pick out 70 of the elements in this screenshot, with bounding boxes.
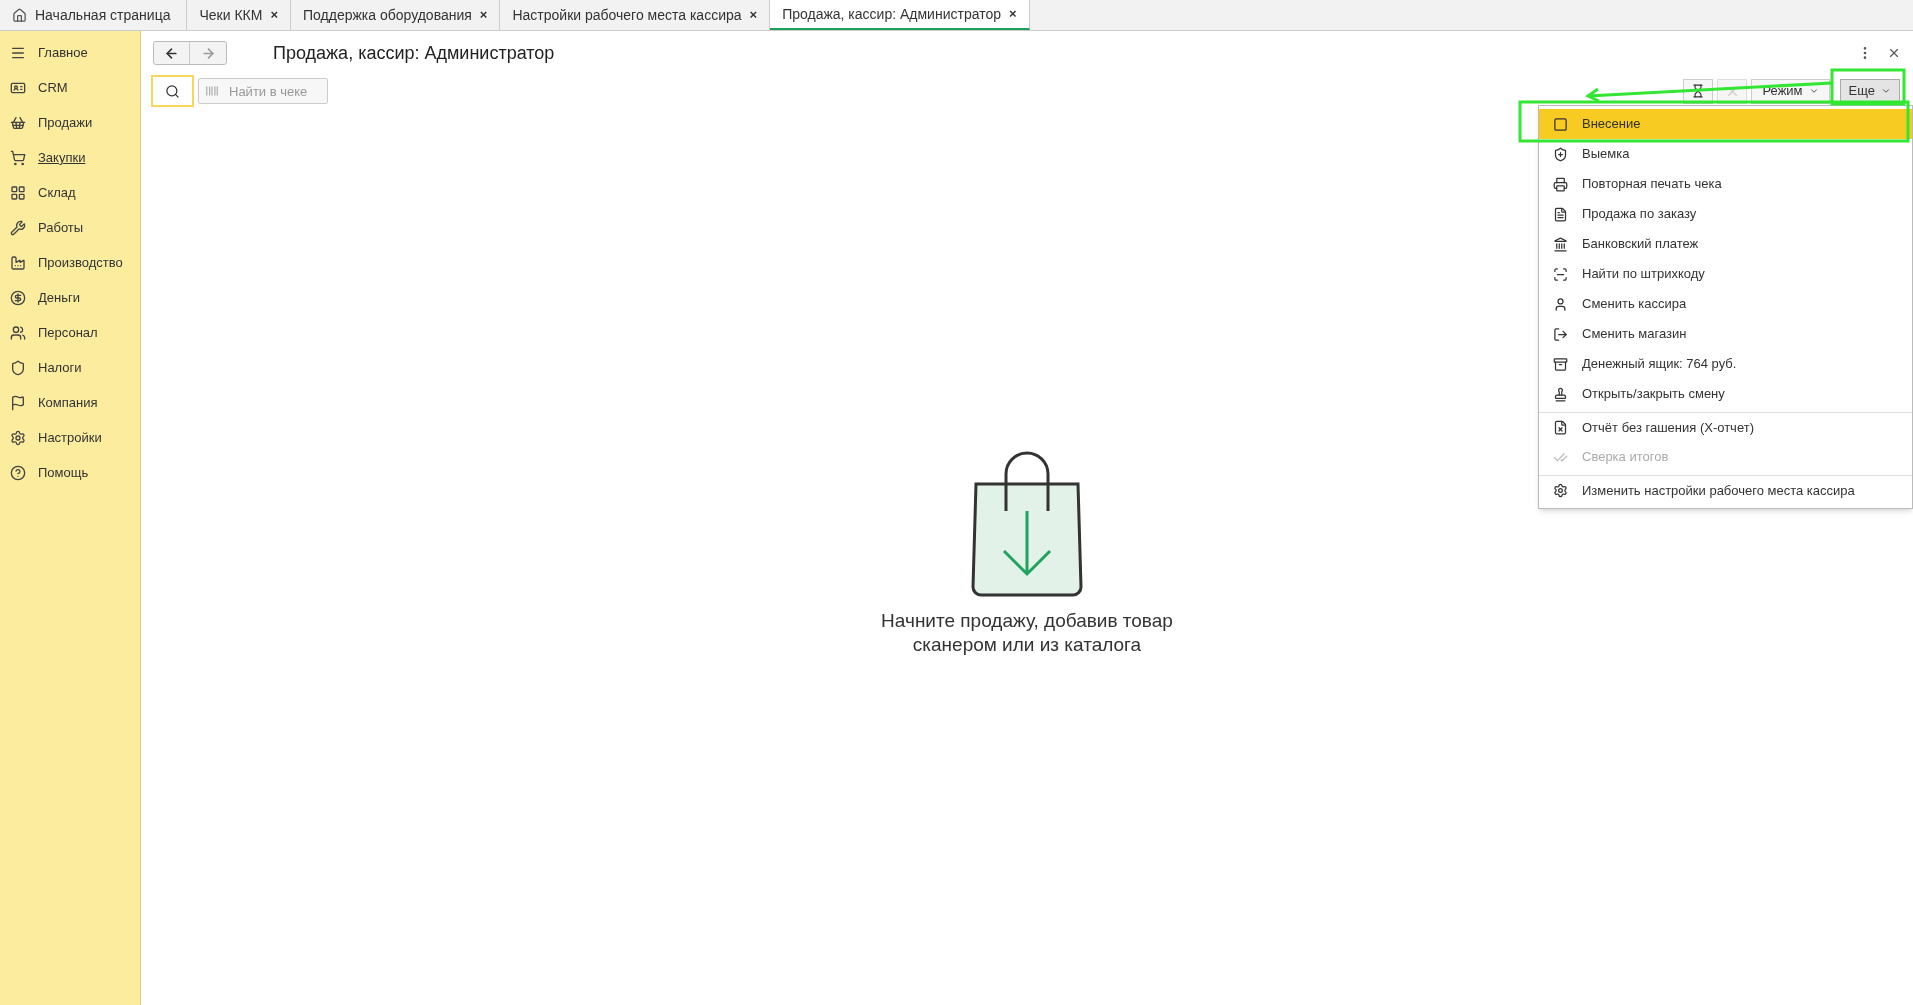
settings-icon <box>10 429 26 446</box>
close-tab-button[interactable]: × <box>479 5 488 25</box>
arrow-right-icon <box>200 45 216 61</box>
tools-icon <box>10 219 26 236</box>
sidebar-item[interactable]: Работы <box>38 217 84 238</box>
barcode-icon <box>205 84 219 98</box>
menu-item[interactable]: Сменить кассира <box>1539 289 1912 319</box>
caret-icon <box>1881 86 1891 96</box>
tab[interactable]: Начальная страница <box>0 0 188 30</box>
tab[interactable]: Чеки ККМ × <box>187 0 291 30</box>
sidebar-item[interactable]: Помощь <box>38 462 89 483</box>
menu-item[interactable]: Банковский платеж <box>1539 229 1912 259</box>
menu-item[interactable]: Повторная печать чека <box>1539 169 1912 199</box>
report-icon <box>1553 420 1568 435</box>
sidebar-item[interactable]: Производство <box>38 252 123 273</box>
printer-icon <box>1553 176 1568 192</box>
scan-icon <box>1553 266 1568 282</box>
flag-icon <box>10 394 26 411</box>
sidebar-item[interactable]: Закупки <box>38 147 86 168</box>
sidebar-item[interactable]: Настройки <box>38 427 102 448</box>
sidebar-item[interactable]: Продажи <box>38 112 93 133</box>
stamp-icon <box>1553 386 1568 402</box>
sidebar-item[interactable]: Персонал <box>38 322 98 343</box>
more-button[interactable]: Еще <box>1839 78 1900 104</box>
menu-item[interactable]: Сменить магазин <box>1539 319 1912 349</box>
search-icon <box>165 83 180 99</box>
search-button[interactable] <box>151 75 194 107</box>
caret-icon <box>1808 86 1819 96</box>
menu-item[interactable]: Выемка <box>1539 139 1912 169</box>
close-tab-button[interactable]: × <box>270 5 278 25</box>
grid-icon <box>10 184 26 201</box>
factory-icon <box>10 254 26 271</box>
hourglass-icon <box>1691 84 1706 98</box>
sidebar-item[interactable]: Склад <box>38 182 76 203</box>
basket-icon <box>10 114 26 131</box>
empty-state-text: Начните продажу, добавив товар сканером или из каталога <box>880 609 1174 657</box>
sidebar-item[interactable]: Деньги <box>38 287 80 308</box>
bank-icon <box>1553 236 1568 252</box>
menu-item[interactable]: Изменить настройки рабочего места кассира <box>1539 475 1912 505</box>
menu-item[interactable]: Открыть/закрыть смену <box>1539 379 1912 409</box>
tab[interactable]: Продажа, кассир: Администратор × <box>770 0 1030 30</box>
frame-icon <box>1553 116 1568 132</box>
help-icon <box>10 464 26 481</box>
document-icon <box>1553 206 1568 222</box>
menu-item[interactable]: Продажа по заказу <box>1539 199 1912 229</box>
exit-icon <box>1553 326 1568 342</box>
window-title: Продажа, кассир: Администратор <box>273 41 555 65</box>
person-icon <box>1553 296 1568 312</box>
menu-item[interactable]: Найти по штрихкоду <box>1539 259 1912 289</box>
close-tab-button[interactable]: × <box>1009 4 1017 24</box>
menu-item[interactable]: Отчёт без гашения (X-отчет) <box>1539 412 1912 442</box>
settings-icon <box>1553 483 1568 498</box>
menu-item[interactable]: Внесение <box>1539 109 1912 139</box>
tab[interactable]: Поддержка оборудования × <box>291 0 501 30</box>
cart-icon <box>10 149 26 166</box>
coin-icon <box>10 289 26 306</box>
shopping-bag-icon <box>971 449 1083 599</box>
search-field[interactable]: Найти в чеке <box>198 78 328 104</box>
menu-item[interactable]: Денежный ящик: 764 руб. <box>1539 349 1912 379</box>
shield-icon <box>1553 146 1568 162</box>
close-tab-button[interactable]: × <box>749 5 758 25</box>
sidebar-item[interactable]: CRM <box>38 77 68 98</box>
drawer-icon <box>1553 356 1568 372</box>
sidebar-item[interactable]: Главное <box>38 42 88 63</box>
home-icon <box>12 7 27 23</box>
close-icon[interactable] <box>1887 46 1901 60</box>
sidebar-item[interactable]: Компания <box>38 392 98 413</box>
sidebar-item[interactable]: Налоги <box>38 357 82 378</box>
shield-icon <box>10 359 26 376</box>
people-icon <box>10 324 26 341</box>
